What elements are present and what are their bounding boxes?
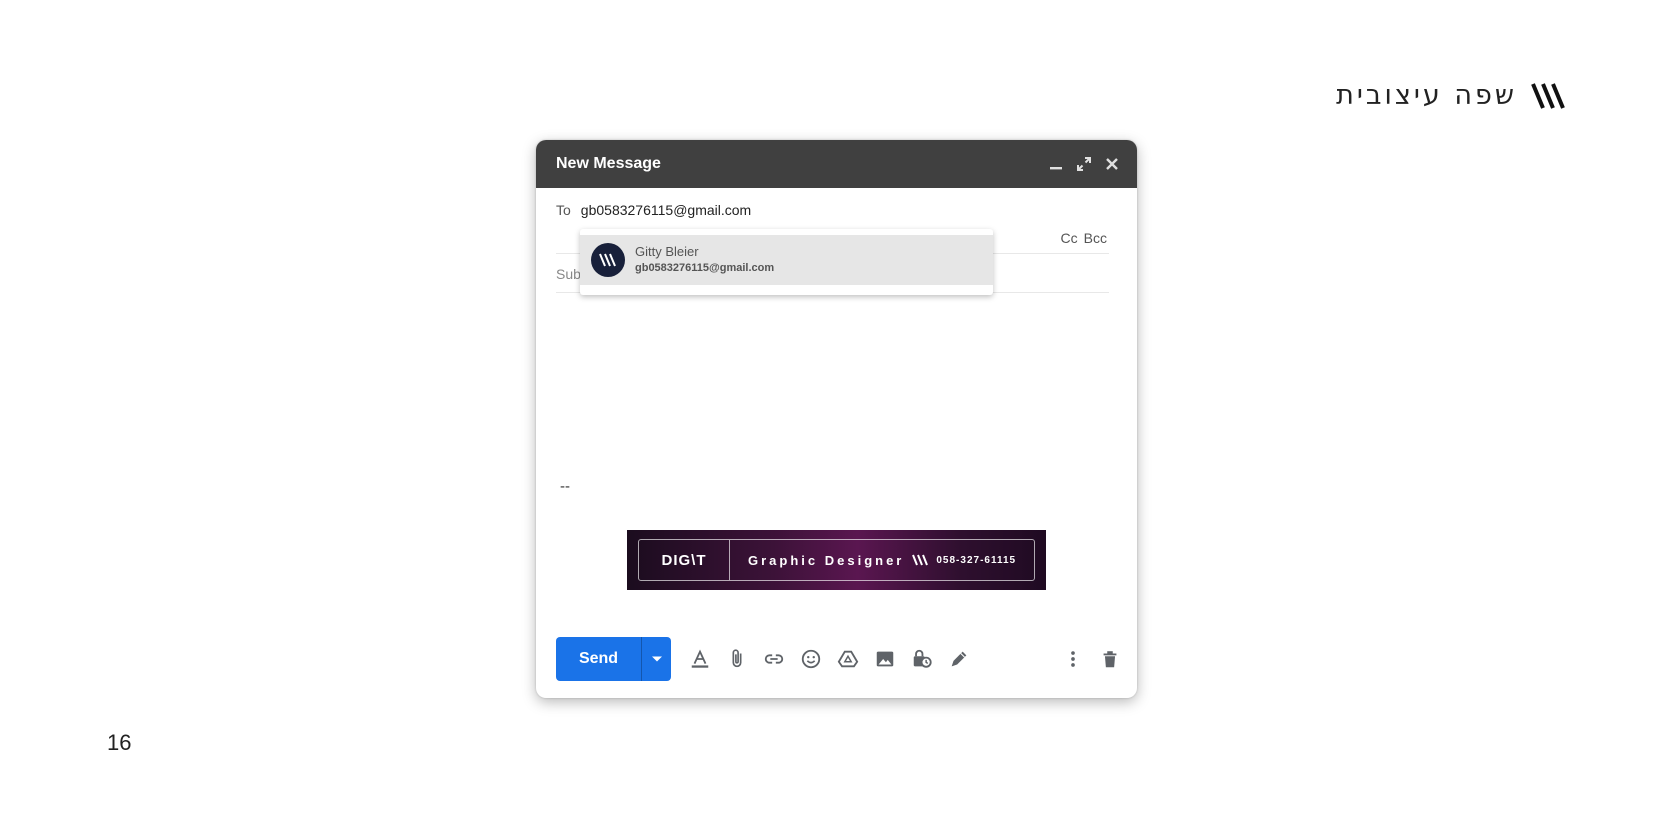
attach-icon [732,649,742,668]
to-input[interactable]: gb0583276115@gmail.com [581,202,751,218]
confidential-button[interactable] [909,646,935,672]
signature-banner: DIG\T Graphic Designer 058-327-61115 [627,530,1046,590]
compose-title: New Message [556,155,661,172]
recipient-suggestions: Gitty Bleier gb0583276115@gmail.com [580,229,993,295]
formatting-icon [691,649,709,668]
suggestion-item[interactable]: Gitty Bleier gb0583276115@gmail.com [580,235,993,285]
minimize-icon [1050,167,1062,170]
photo-button[interactable] [872,646,898,672]
banner-logo: DIG\T [639,540,730,580]
more-options-icon [1071,651,1075,667]
cc-link[interactable]: Cc [1061,230,1078,246]
emoji-icon [801,649,821,669]
photo-icon [876,651,894,667]
bcc-link[interactable]: Bcc [1084,230,1107,246]
trash-icon [1103,651,1117,668]
signature-icon [951,651,967,667]
page-header: שפה עיצובית [1336,80,1567,111]
confidential-icon [913,649,932,668]
to-label: To [556,202,571,218]
expand-button[interactable] [1073,153,1095,175]
emoji-button[interactable] [798,646,824,672]
triple-slash-logo-icon [1531,82,1565,109]
close-icon [1106,158,1118,170]
expand-icon [1077,157,1091,171]
banner-phone: 058-327-61115 [936,554,1017,566]
chevron-down-icon [651,656,662,662]
suggestion-email: gb0583276115@gmail.com [635,262,775,274]
avatar [591,243,625,277]
discard-button[interactable] [1097,646,1123,672]
to-field[interactable]: To gb0583276115@gmail.com [556,202,1109,218]
suggestion-name: Gitty Bleier [635,244,699,259]
send-group: Send [556,637,671,681]
close-button[interactable] [1101,153,1123,175]
drive-button[interactable] [835,646,861,672]
signature-button[interactable] [946,646,972,672]
minimize-button[interactable] [1045,153,1067,175]
banner-role: Graphic Designer [748,552,905,568]
banner-frame: DIG\T Graphic Designer 058-327-61115 [638,539,1035,581]
drive-icon [837,650,859,668]
cc-bcc-links: Cc Bcc [1061,230,1107,246]
signature-separator: -- [560,478,570,495]
page-number: 16 [107,730,132,755]
triple-slash-logo-icon [912,554,929,566]
suggestion-text: Gitty Bleier gb0583276115@gmail.com [635,244,774,276]
compose-header: New Message [536,140,1137,188]
link-icon [764,654,784,664]
triple-slash-logo-icon [599,253,616,267]
send-button[interactable]: Send [556,637,641,681]
more-options-button[interactable] [1060,646,1086,672]
compose-toolbar: Send [556,637,1123,681]
formatting-button[interactable] [687,646,713,672]
attach-button[interactable] [724,646,750,672]
compose-window: New Message To gb0583276115@gmail.com Cc… [536,140,1137,698]
link-button[interactable] [761,646,787,672]
page-title: שפה עיצובית [1336,80,1517,111]
send-options-button[interactable] [641,637,671,681]
